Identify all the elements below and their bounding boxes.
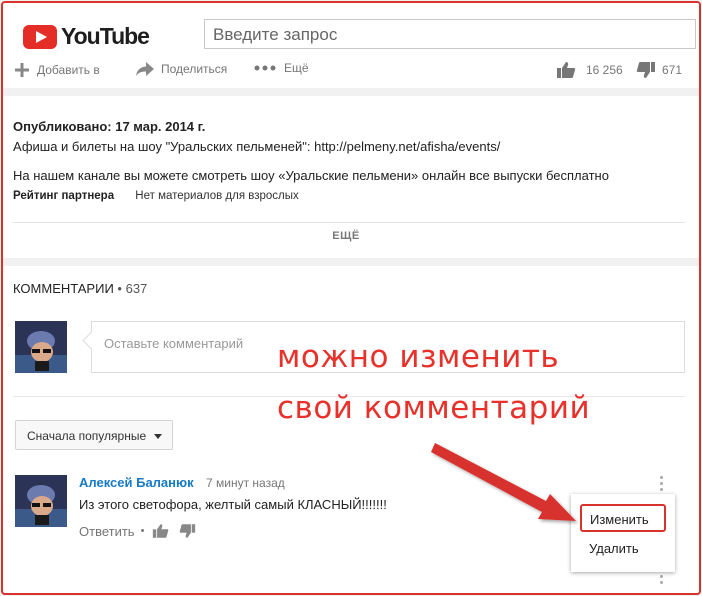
edit-label: Изменить	[590, 512, 649, 527]
annotation-line-2: свой комментарий	[277, 390, 591, 426]
video-actions-bar: Добавить в Поделиться Ещё 16 256 671	[3, 57, 699, 83]
share-icon	[136, 62, 154, 76]
avatar-image	[15, 475, 67, 527]
like-count: 16 256	[586, 63, 623, 77]
youtube-logo[interactable]: YouTube	[23, 23, 150, 50]
dislike-button[interactable]: 671	[636, 61, 682, 79]
sort-dropdown[interactable]: Сначала популярные	[15, 420, 173, 450]
show-more-button[interactable]: ЕЩЁ	[3, 230, 689, 242]
top-bar: YouTube Введите запрос	[3, 3, 699, 63]
rating-row: Рейтинг партнера Нет материалов для взро…	[13, 190, 299, 202]
comment-text: Из этого светофора, желтый самый КЛАСНЫЙ…	[79, 497, 387, 512]
search-input[interactable]: Введите запрос	[204, 19, 696, 49]
like-button[interactable]: 16 256	[556, 61, 623, 79]
share-button[interactable]: Поделиться	[135, 61, 227, 77]
avatar-image	[15, 321, 67, 373]
rating-key: Рейтинг партнера	[13, 190, 115, 202]
comment-dislike-icon[interactable]	[179, 523, 196, 539]
comments-count: • 637	[117, 281, 148, 296]
published-date: Опубликовано: 17 мар. 2014 г.	[13, 119, 206, 134]
comment-input-placeholder: Оставьте комментарий	[104, 336, 244, 351]
more-actions-button[interactable]: Ещё	[254, 61, 309, 75]
thumbs-down-icon	[636, 62, 655, 78]
plus-icon	[15, 63, 29, 77]
caret-down-icon	[154, 434, 162, 439]
description-divider	[13, 222, 685, 223]
share-label: Поделиться	[161, 62, 228, 76]
comment-menu-icon[interactable]	[660, 476, 664, 494]
thumbs-up-icon	[557, 62, 576, 78]
description-line-1: Афиша и билеты на шоу "Уральских пельмен…	[13, 139, 501, 154]
section-divider	[3, 258, 699, 266]
comment-actions: Ответить •	[79, 523, 196, 539]
youtube-play-icon	[23, 24, 57, 49]
rating-value: Нет материалов для взрослых	[135, 190, 299, 202]
more-horiz-icon	[254, 65, 276, 71]
add-to-label: Добавить в	[37, 63, 100, 77]
description-line-2: На нашем канале вы можете смотреть шоу «…	[13, 168, 609, 183]
reply-button[interactable]: Ответить	[79, 524, 135, 539]
dislike-count: 671	[662, 63, 683, 77]
sort-label: Сначала популярные	[27, 429, 147, 443]
reply-separator: •	[140, 525, 145, 537]
section-divider	[3, 88, 699, 96]
comment-menu-icon[interactable]	[660, 575, 664, 587]
add-to-button[interactable]: Добавить в	[13, 61, 100, 79]
more-label: Ещё	[284, 61, 309, 75]
comment-time[interactable]: 7 минут назад	[206, 476, 285, 490]
logo-text: YouTube	[61, 23, 150, 49]
comment-author[interactable]: Алексей Баланюк	[79, 475, 194, 490]
search-placeholder: Введите запрос	[213, 25, 338, 44]
comments-title-label: КОММЕНТАРИИ	[13, 281, 114, 296]
youtube-page-frame: YouTube Введите запрос Добавить в Подели…	[1, 1, 701, 595]
commenter-avatar[interactable]	[15, 475, 67, 527]
video-description: Опубликовано: 17 мар. 2014 г. Афиша и би…	[3, 96, 699, 258]
user-avatar[interactable]	[15, 321, 67, 373]
edit-comment-menu-item[interactable]: Изменить	[580, 504, 666, 532]
delete-comment-menu-item[interactable]: Удалить	[589, 541, 639, 556]
annotation-line-1: можно изменить	[277, 339, 560, 375]
annotation-arrow-icon	[431, 443, 576, 521]
comments-title: КОММЕНТАРИИ • 637	[13, 281, 147, 296]
comment-like-icon[interactable]	[152, 523, 169, 539]
